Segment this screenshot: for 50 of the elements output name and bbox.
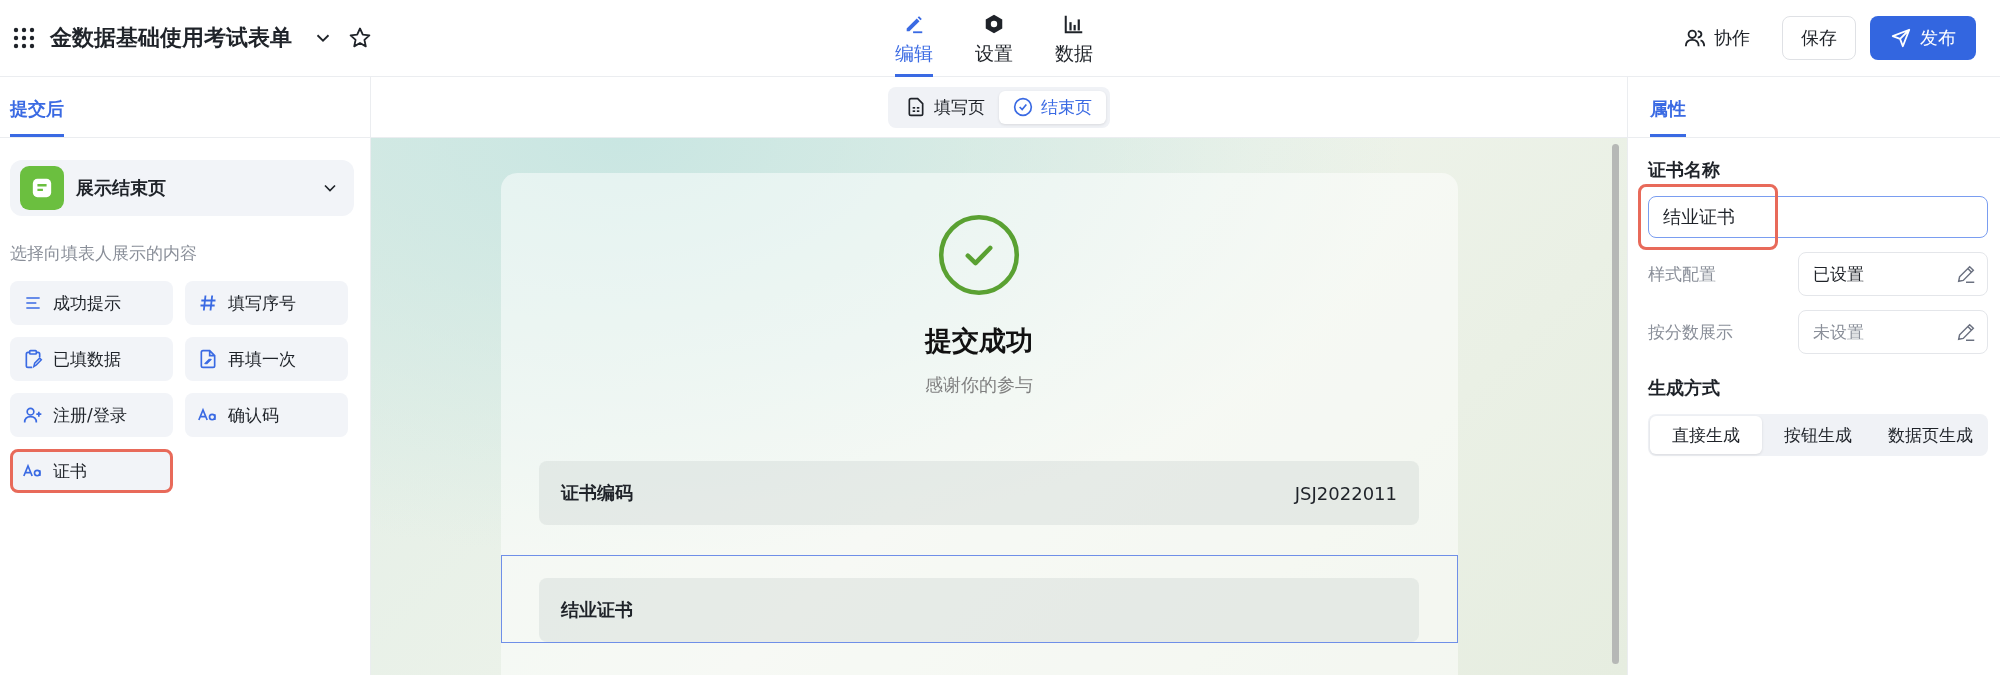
- send-icon: [1890, 27, 1912, 49]
- star-icon: [348, 26, 372, 50]
- form-icon: [906, 97, 926, 117]
- end-page-dropdown[interactable]: 展示结束页: [10, 160, 354, 216]
- setting-label: 样式配置: [1648, 262, 1716, 286]
- nav-tab[interactable]: 编辑: [895, 0, 933, 77]
- apps-grid-icon: [12, 26, 36, 50]
- document-icon: [20, 166, 64, 210]
- add-user-icon: [23, 405, 43, 425]
- edit-icon: [1955, 263, 1977, 285]
- file-icon: [198, 349, 218, 369]
- page-tab[interactable]: 结束页: [999, 90, 1106, 124]
- page-tab[interactable]: 填写页: [892, 90, 999, 124]
- save-button[interactable]: 保存: [1782, 16, 1856, 60]
- success-title: 提交成功: [925, 324, 1033, 358]
- hash-icon: [198, 293, 218, 313]
- section-label: 选择向填表人展示的内容: [10, 242, 198, 265]
- component-item[interactable]: 填写序号: [185, 281, 348, 325]
- component-item[interactable]: 注册/登录: [10, 393, 173, 437]
- scrollbar[interactable]: [1612, 144, 1619, 664]
- field-label: 证书编码: [561, 481, 633, 505]
- mode-option[interactable]: 数据页生成: [1874, 416, 1986, 454]
- component-item[interactable]: 确认码: [185, 393, 348, 437]
- success-subtitle: 感谢你的参与: [925, 373, 1033, 397]
- check-circle-icon: [1013, 97, 1033, 117]
- edit-icon: [1955, 321, 1977, 343]
- panel-tab[interactable]: 提交后: [10, 97, 64, 137]
- property-label: 生成方式: [1648, 376, 1721, 400]
- people-icon: [1684, 27, 1706, 49]
- property-label: 证书名称: [1648, 158, 1721, 182]
- field-label: 结业证书: [561, 598, 633, 622]
- component-item[interactable]: 再填一次: [185, 337, 348, 381]
- nav-tab[interactable]: 数据: [1055, 0, 1093, 77]
- collaborate-button[interactable]: 协作: [1666, 16, 1768, 60]
- mode-option[interactable]: 直接生成: [1650, 416, 1762, 454]
- nav-tab[interactable]: 设置: [975, 0, 1013, 77]
- setting-label: 按分数展示: [1648, 320, 1733, 344]
- component-item[interactable]: 已填数据: [10, 337, 173, 381]
- certificate-name-field[interactable]: 结业证书: [1648, 196, 1988, 238]
- setting-field[interactable]: 已设置: [1798, 252, 1988, 296]
- panel-tab[interactable]: 属性: [1650, 97, 1686, 137]
- mode-option[interactable]: 按钮生成: [1762, 416, 1874, 454]
- settings-icon: [983, 12, 1005, 35]
- success-check-icon: [937, 213, 1021, 297]
- clipboard-icon: [23, 349, 43, 369]
- component-item[interactable]: 证书: [10, 449, 173, 493]
- component-item[interactable]: 成功提示: [10, 281, 173, 325]
- form-title: 金数据基础使用考试表单: [50, 24, 292, 52]
- field-value: JSJ2022011: [1294, 482, 1397, 504]
- publish-button[interactable]: 发布: [1870, 16, 1976, 60]
